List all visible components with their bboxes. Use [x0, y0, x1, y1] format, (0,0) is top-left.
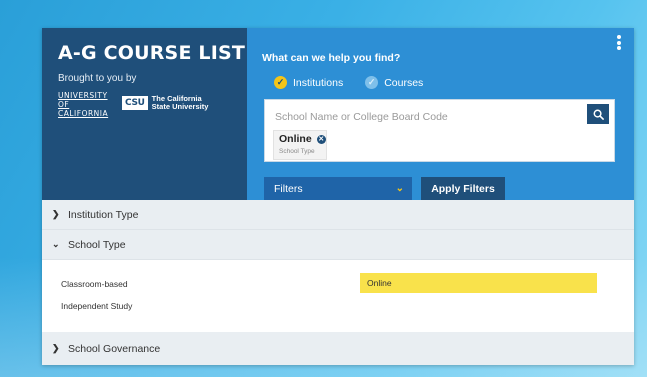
section-label: School Type	[68, 238, 126, 251]
search-input[interactable]	[275, 108, 575, 126]
search-panel: What can we help you find? ✓ Institution…	[247, 28, 634, 200]
search-icon	[593, 109, 604, 120]
section-school-type[interactable]: ⌄ School Type	[42, 230, 634, 260]
csu-name: The California State University	[152, 95, 209, 111]
uc-logo-line: UNIVERSITY	[58, 91, 108, 100]
option-independent-study[interactable]: Independent Study	[61, 301, 132, 311]
section-institution-type[interactable]: ❯ Institution Type	[42, 200, 634, 230]
filter-chip-online: Online ✕ School Type	[273, 130, 327, 160]
ag-course-list-widget: A-G COURSE LIST Brought to you by UNIVER…	[42, 28, 634, 365]
option-classroom-based[interactable]: Classroom-based	[61, 279, 128, 289]
chevron-right-icon: ❯	[52, 343, 60, 353]
search-mode-radios: ✓ Institutions ✓ Courses	[274, 76, 445, 89]
csu-name-line: State University	[151, 102, 209, 111]
chip-label: School Type	[279, 148, 315, 155]
csu-logo: CSU The California State University	[122, 94, 208, 112]
uc-logo: UNIVERSITY OF CALIFORNIA	[58, 91, 116, 119]
chip-value-row: Online ✕	[279, 133, 326, 145]
chip-value: Online	[279, 133, 312, 145]
filters-label: Filters	[274, 182, 303, 195]
radio-label: Institutions	[293, 76, 344, 89]
apply-filters-button[interactable]: Apply Filters	[421, 177, 505, 200]
check-circle-icon: ✓	[365, 76, 379, 89]
school-type-options: Classroom-based Independent Study Online	[42, 260, 634, 332]
chevron-right-icon: ❯	[52, 209, 60, 219]
section-school-governance[interactable]: ❯ School Governance	[42, 332, 634, 365]
remove-chip-icon[interactable]: ✕	[316, 134, 326, 144]
check-circle-icon: ✓	[274, 76, 287, 89]
uc-logo-line: CALIFORNIA	[58, 109, 109, 118]
brand-subtitle: Brought to you by	[58, 73, 137, 84]
csu-badge: CSU	[122, 96, 148, 110]
chevron-down-icon: ⌄	[395, 183, 404, 194]
header-area: A-G COURSE LIST Brought to you by UNIVER…	[42, 28, 634, 200]
search-box: Online ✕ School Type	[264, 99, 615, 162]
radio-institutions[interactable]: ✓ Institutions	[274, 76, 343, 89]
filters-dropdown[interactable]: Filters ⌄	[264, 177, 412, 200]
section-label: School Governance	[68, 342, 161, 355]
brand-panel: A-G COURSE LIST Brought to you by UNIVER…	[42, 28, 247, 200]
section-label: Institution Type	[68, 208, 139, 221]
radio-label: Courses	[384, 76, 424, 89]
search-prompt: What can we help you find?	[262, 52, 401, 64]
more-options-icon[interactable]	[616, 35, 622, 51]
option-online[interactable]: Online	[360, 273, 597, 293]
search-button[interactable]	[587, 104, 609, 124]
uc-logo-line: OF	[58, 100, 70, 109]
app-title: A-G COURSE LIST	[58, 42, 246, 64]
chevron-down-icon: ⌄	[52, 239, 60, 249]
radio-courses[interactable]: ✓ Courses	[365, 76, 423, 89]
